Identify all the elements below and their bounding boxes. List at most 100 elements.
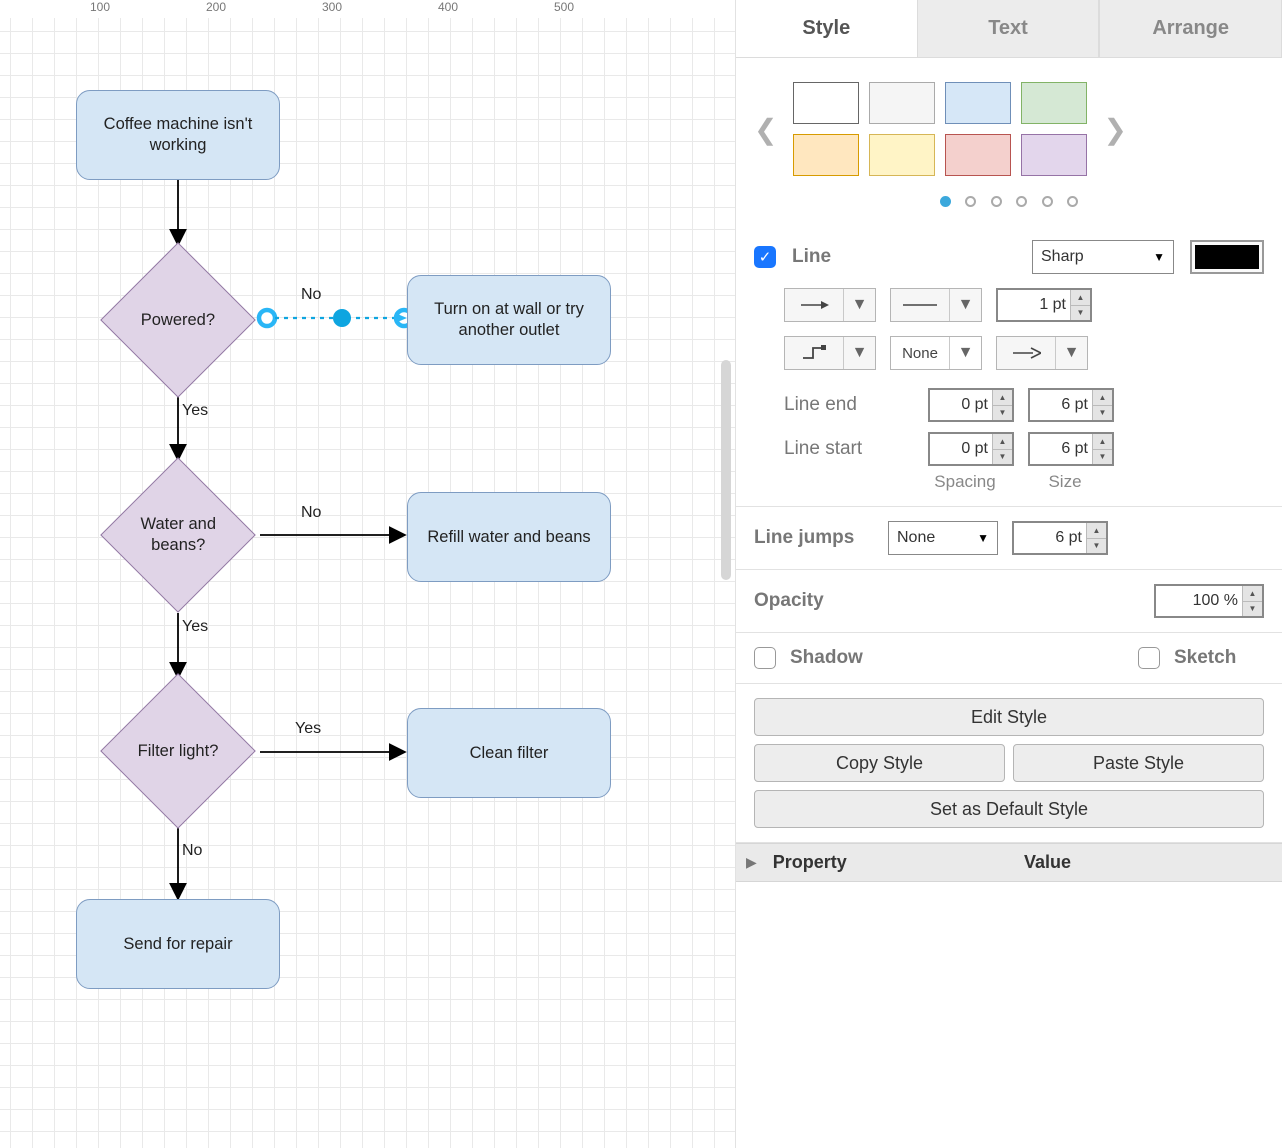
line-end-label: Line end (784, 394, 914, 416)
shadow-label: Shadow (790, 647, 863, 669)
node-label: Water and beans? (130, 514, 226, 555)
stroke-width-input[interactable]: 1 pt ▲▼ (996, 288, 1092, 322)
ruler-tick: 500 (554, 0, 574, 14)
node-water-beans[interactable]: Water and beans? (100, 457, 256, 613)
vertical-scrollbar[interactable] (721, 360, 731, 580)
edge-label-powered-no[interactable]: No (301, 286, 321, 304)
line-checkbox[interactable]: ✓ (754, 246, 776, 268)
line-jumps-select[interactable]: None ▼ (888, 521, 998, 555)
property-col-header: Property (763, 844, 1014, 881)
line-jumps-label: Line jumps (754, 527, 874, 549)
line-section: ✓ Line Sharp ▼ ▼ ▼ 1 pt ▲▼ (736, 226, 1282, 507)
waypoint-value: None (891, 337, 949, 369)
line-start-spacing-input[interactable]: 0 pt ▲▼ (928, 432, 1014, 466)
node-label: Turn on at wall or try another outlet (418, 299, 600, 340)
tab-arrange[interactable]: Arrange (1099, 0, 1282, 58)
connection-end-style[interactable]: ▼ (996, 336, 1088, 370)
diagram-canvas[interactable]: 100 200 300 400 500 Coffee machine isn't (0, 0, 735, 1148)
tab-style[interactable]: Style (736, 0, 917, 58)
swatch[interactable] (869, 134, 935, 176)
node-label: Filter light? (138, 741, 219, 762)
swatch-page-dots (736, 188, 1282, 226)
step-up[interactable]: ▲ (1071, 290, 1090, 305)
waypoint-style[interactable]: None ▼ (890, 336, 982, 370)
opacity-section: Opacity 100 % ▲▼ (736, 570, 1282, 633)
node-powered[interactable]: Powered? (100, 242, 256, 398)
opacity-label: Opacity (754, 590, 1140, 612)
node-clean-filter[interactable]: Clean filter (407, 708, 611, 798)
swatch[interactable] (945, 134, 1011, 176)
swatch[interactable] (945, 82, 1011, 124)
ruler-tick: 200 (206, 0, 226, 14)
page-dot[interactable] (1067, 196, 1078, 207)
edge-label-powered-yes[interactable]: Yes (182, 402, 208, 420)
copy-style-button[interactable]: Copy Style (754, 744, 1005, 782)
swatch[interactable] (869, 82, 935, 124)
set-default-style-button[interactable]: Set as Default Style (754, 790, 1264, 828)
ruler-tick: 400 (438, 0, 458, 14)
node-start[interactable]: Coffee machine isn't working (76, 90, 280, 180)
page-dot[interactable] (1016, 196, 1027, 207)
panel-tabs: Style Text Arrange (736, 0, 1282, 58)
chevron-down-icon[interactable]: ▼ (949, 289, 981, 321)
disclosure-triangle-icon[interactable]: ▶ (736, 844, 763, 881)
swatch[interactable] (793, 82, 859, 124)
page-dot[interactable] (965, 196, 976, 207)
style-buttons-section: Edit Style Copy Style Paste Style Set as… (736, 684, 1282, 843)
chevron-down-icon[interactable]: ▼ (843, 289, 875, 321)
connection-start-style[interactable]: ▼ (784, 288, 876, 322)
edge-label-filter-no[interactable]: No (182, 842, 202, 860)
paste-style-button[interactable]: Paste Style (1013, 744, 1264, 782)
sketch-checkbox[interactable] (1138, 647, 1160, 669)
page-dot[interactable] (1042, 196, 1053, 207)
node-send-repair[interactable]: Send for repair (76, 899, 280, 989)
edge-label-filter-yes[interactable]: Yes (295, 720, 321, 738)
edit-style-button[interactable]: Edit Style (754, 698, 1264, 736)
swatch[interactable] (1021, 82, 1087, 124)
stroke-width-value: 1 pt (1039, 296, 1066, 314)
edge-label-water-yes[interactable]: Yes (182, 618, 208, 636)
line-start-size-input[interactable]: 6 pt ▲▼ (1028, 432, 1114, 466)
chevron-down-icon: ▼ (1153, 250, 1165, 264)
line-color-picker[interactable] (1190, 240, 1264, 274)
spacing-axis-label: Spacing (922, 472, 1008, 492)
property-table-header: ▶ Property Value (736, 843, 1282, 882)
chevron-down-icon: ▼ (977, 531, 989, 545)
line-style-select[interactable]: Sharp ▼ (1032, 240, 1174, 274)
page-dot[interactable] (991, 196, 1002, 207)
node-label: Refill water and beans (427, 527, 590, 548)
node-label: Clean filter (470, 743, 549, 764)
connector-routing-style[interactable]: ▼ (784, 336, 876, 370)
ruler-tick: 300 (322, 0, 342, 14)
chevron-down-icon[interactable]: ▼ (843, 337, 875, 369)
edge-label-water-no[interactable]: No (301, 504, 321, 522)
horizontal-ruler: 100 200 300 400 500 (0, 0, 735, 18)
shadow-checkbox[interactable] (754, 647, 776, 669)
line-end-spacing-input[interactable]: 0 pt ▲▼ (928, 388, 1014, 422)
node-refill[interactable]: Refill water and beans (407, 492, 611, 582)
ruler-tick: 100 (90, 0, 110, 14)
node-wall-outlet[interactable]: Turn on at wall or try another outlet (407, 275, 611, 365)
node-filter-light[interactable]: Filter light? (100, 673, 256, 829)
line-label: Line (792, 246, 831, 268)
chevron-right-icon[interactable]: ❯ (1103, 113, 1126, 146)
style-presets-section: ❮ ❯ (736, 58, 1282, 226)
tab-text[interactable]: Text (917, 0, 1100, 58)
chevron-down-icon[interactable]: ▼ (1055, 337, 1087, 369)
page-dot[interactable] (940, 196, 951, 207)
chevron-down-icon[interactable]: ▼ (949, 337, 981, 369)
swatch[interactable] (793, 134, 859, 176)
line-jumps-size-input[interactable]: 6 pt ▲▼ (1012, 521, 1108, 555)
node-label: Powered? (141, 310, 215, 331)
opacity-input[interactable]: 100 % ▲▼ (1154, 584, 1264, 618)
effects-section: Shadow Sketch (736, 633, 1282, 684)
line-dash-style[interactable]: ▼ (890, 288, 982, 322)
value-col-header: Value (1014, 844, 1081, 881)
chevron-left-icon[interactable]: ❮ (754, 113, 777, 146)
line-end-size-input[interactable]: 6 pt ▲▼ (1028, 388, 1114, 422)
size-axis-label: Size (1022, 472, 1108, 492)
step-down[interactable]: ▼ (1071, 305, 1090, 321)
swatch[interactable] (1021, 134, 1087, 176)
line-style-value: Sharp (1041, 248, 1084, 266)
color-swatch-grid (793, 82, 1087, 176)
